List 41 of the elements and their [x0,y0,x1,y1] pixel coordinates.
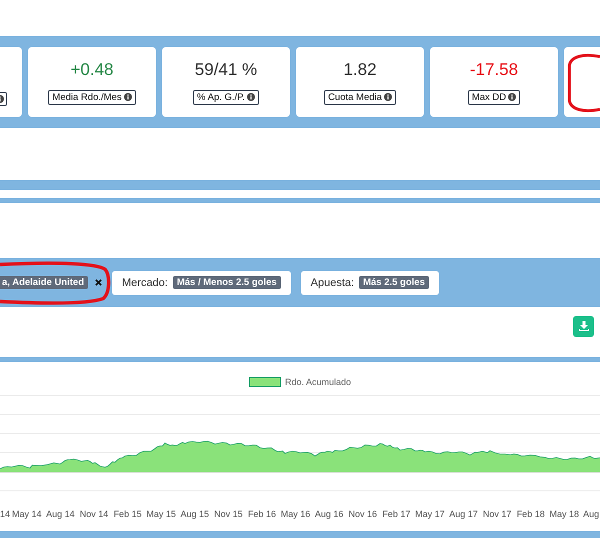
stat-label: % Ap. G./P. [193,90,259,104]
axis-label: May 15 [145,509,177,519]
axis-label: Feb 18 [516,509,546,519]
remove-button[interactable] [95,279,102,286]
stat-value: +0.48 [70,60,114,80]
info-icon [124,93,132,101]
stat-label: Cuota Media [324,90,396,104]
filter-label: Mercado: [122,276,168,288]
axis-label: Feb 15 [112,509,143,519]
axis-label: Aug 17 [448,509,479,519]
axis-label: Aug 15 [180,509,210,519]
axis-label: Feb 16 [246,509,277,519]
axis-label: May 16 [280,509,312,519]
stat-value: -17.58 [470,60,518,80]
filter-tag: Más 2.5 goles [359,276,429,289]
legend-swatch [248,377,281,387]
axis-label: Nov 16 [347,509,378,519]
axis-label: May 14 [11,509,43,519]
axis-label: Feb 17 [381,509,412,519]
filter-label: Apuesta: [310,276,354,288]
stat-label: Media Rdo./Mes [48,90,136,104]
axis-label: Aug 16 [314,509,344,519]
axis-label: Nov 14 [78,509,110,519]
legend-label: Rdo. Acumulado [284,377,352,387]
axis-label: May 18 [548,509,580,519]
close-icon [95,279,102,286]
info-icon [384,93,392,101]
axis-label: 14 [0,509,10,519]
axis-label: Nov 17 [482,509,512,519]
info-icon [508,93,516,101]
filter-tag: Más / Menos 2.5 goles [172,276,281,289]
stat-value: 1.82 [343,60,377,80]
axis-label: Aug 14 [45,509,76,519]
download-icon [578,320,590,332]
axis-label: Nov 15 [213,509,244,519]
stat-label: Max DD [468,90,520,104]
axis-label: Aug [583,509,600,519]
info-icon [246,93,255,101]
stat-value: 59/41 % [194,60,258,80]
axis-label: May 17 [414,509,446,519]
filter-tag: a, Adelaide United [0,276,88,289]
